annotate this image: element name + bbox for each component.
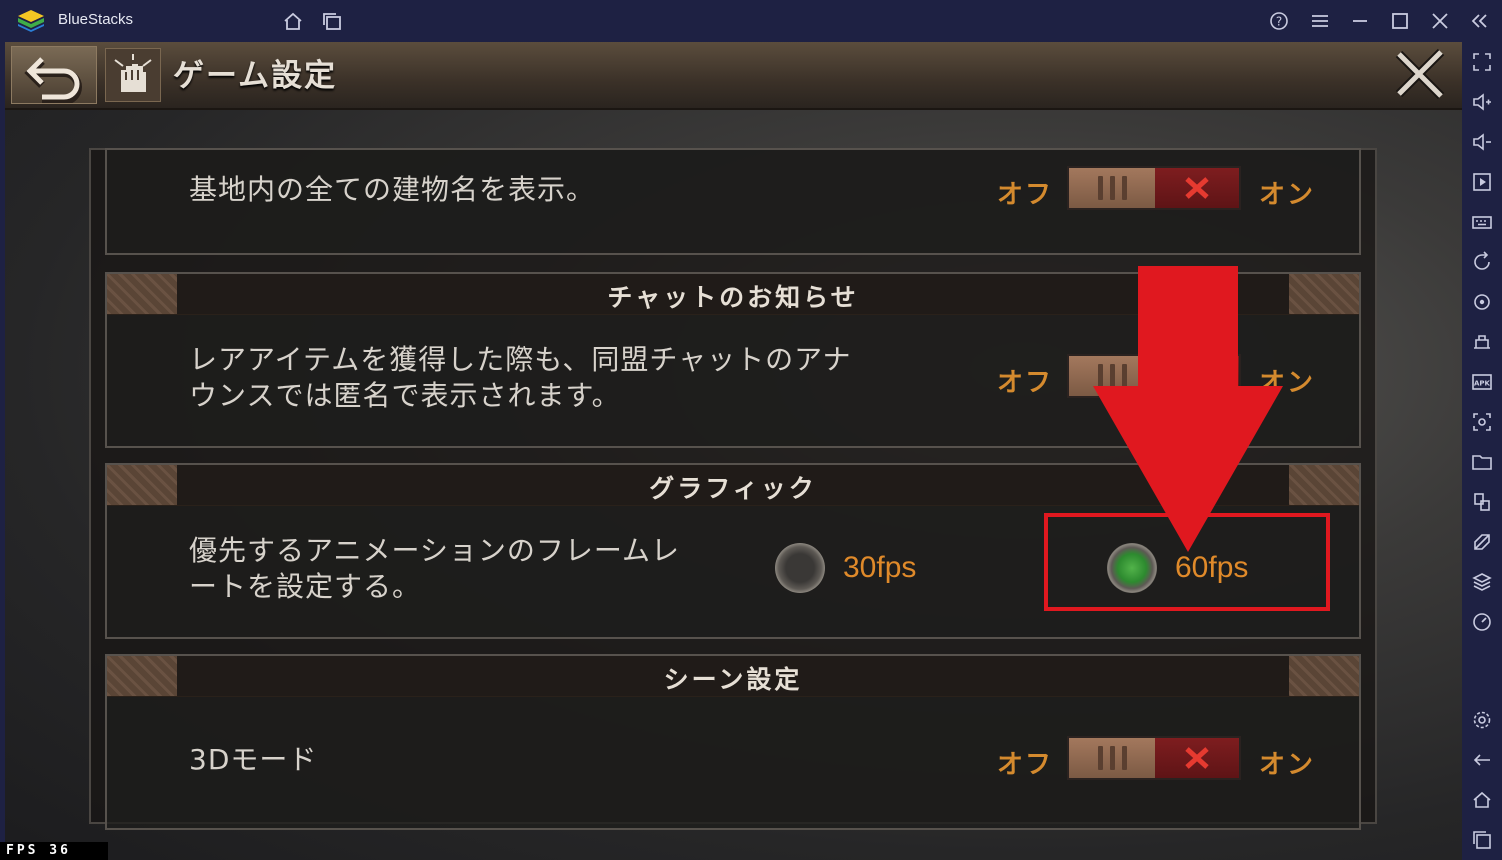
scene-section: シーン設定 3Dモード オフ オン (105, 654, 1361, 830)
x-mark-icon (1185, 177, 1209, 199)
frame-rate-label-line2: ートを設定する。 (189, 570, 422, 603)
option-30fps-label[interactable]: 30fps (843, 551, 916, 585)
fist-emblem-icon (104, 47, 162, 103)
volume-down-icon[interactable] (1470, 130, 1494, 154)
toggle-off-label: オフ (997, 750, 1054, 780)
performance-icon[interactable] (1470, 610, 1494, 634)
building-names-toggle[interactable] (1067, 166, 1241, 210)
home-icon[interactable] (282, 11, 304, 31)
apk-icon[interactable]: APK (1470, 370, 1494, 394)
screenshot-icon[interactable] (1470, 410, 1494, 434)
bluestacks-logo-icon (18, 10, 44, 32)
x-mark-icon (1185, 747, 1209, 769)
toggle-on-label: オン (1259, 750, 1316, 780)
3d-mode-label: 3Dモード (189, 743, 318, 776)
page-title: ゲーム設定 (173, 58, 338, 94)
right-sidebar: APK (1462, 42, 1502, 860)
maximize-icon[interactable] (1389, 11, 1411, 31)
menu-icon[interactable] (1309, 11, 1331, 31)
section-title: シーン設定 (663, 665, 803, 694)
toggle-off-label: オフ (997, 368, 1054, 398)
building-names-row: 基地内の全ての建物名を表示。 オフ オン (105, 148, 1361, 255)
svg-text:?: ? (1276, 15, 1282, 29)
media-icon[interactable] (1470, 170, 1494, 194)
recent-apps-icon[interactable] (1470, 828, 1494, 852)
close-icon[interactable] (1429, 11, 1451, 31)
title-bar: BlueStacks ? (0, 0, 1502, 42)
undo-arrow-icon (24, 57, 82, 105)
close-x-icon (1395, 48, 1445, 100)
help-icon[interactable]: ? (1268, 11, 1290, 31)
eco-mode-icon[interactable] (1470, 530, 1494, 554)
3d-mode-toggle[interactable] (1067, 736, 1241, 780)
frame-rate-label-line1: 優先するアニメーションのフレームレ (189, 534, 681, 567)
folder-icon[interactable] (1470, 450, 1494, 474)
close-settings-button[interactable] (1385, 42, 1455, 106)
svg-text:APK: APK (1474, 380, 1491, 388)
layers-icon[interactable] (1470, 570, 1494, 594)
back-icon[interactable] (1470, 748, 1494, 772)
macro-icon[interactable] (1470, 330, 1494, 354)
keyboard-icon[interactable] (1470, 210, 1494, 234)
sync-icon[interactable] (1470, 290, 1494, 314)
settings-icon[interactable] (1470, 708, 1494, 732)
minimize-icon[interactable] (1349, 11, 1371, 31)
back-button[interactable] (11, 46, 97, 105)
radio-30fps[interactable] (775, 543, 825, 593)
fullscreen-icon[interactable] (1470, 50, 1494, 74)
game-screen: ゲーム設定 基地内の全ての建物名を表示。 オフ オン チャットのお知らせ レアア… (5, 42, 1462, 860)
settings-header: ゲーム設定 (5, 42, 1462, 110)
building-names-label: 基地内の全ての建物名を表示。 (189, 173, 596, 206)
fps-counter: FPS 36 (0, 842, 108, 860)
multi-instance-icon[interactable] (322, 11, 344, 31)
chat-notice-label-line1: レアアイテムを獲得した際も、同盟チャットのアナ (189, 343, 852, 376)
app-title: BlueStacks (58, 11, 134, 28)
toggle-off-label: オフ (997, 180, 1054, 210)
annotation-highlight-box (1044, 513, 1330, 611)
collapse-sidebar-icon[interactable] (1469, 11, 1491, 31)
rotate-icon[interactable] (1470, 250, 1494, 274)
volume-up-icon[interactable] (1470, 90, 1494, 114)
home-icon[interactable] (1470, 788, 1494, 812)
multi-instance-icon[interactable] (1470, 490, 1494, 514)
toggle-on-label: オン (1259, 180, 1316, 210)
chat-notice-label-line2: ウンスでは匿名で表示されます。 (189, 379, 621, 412)
